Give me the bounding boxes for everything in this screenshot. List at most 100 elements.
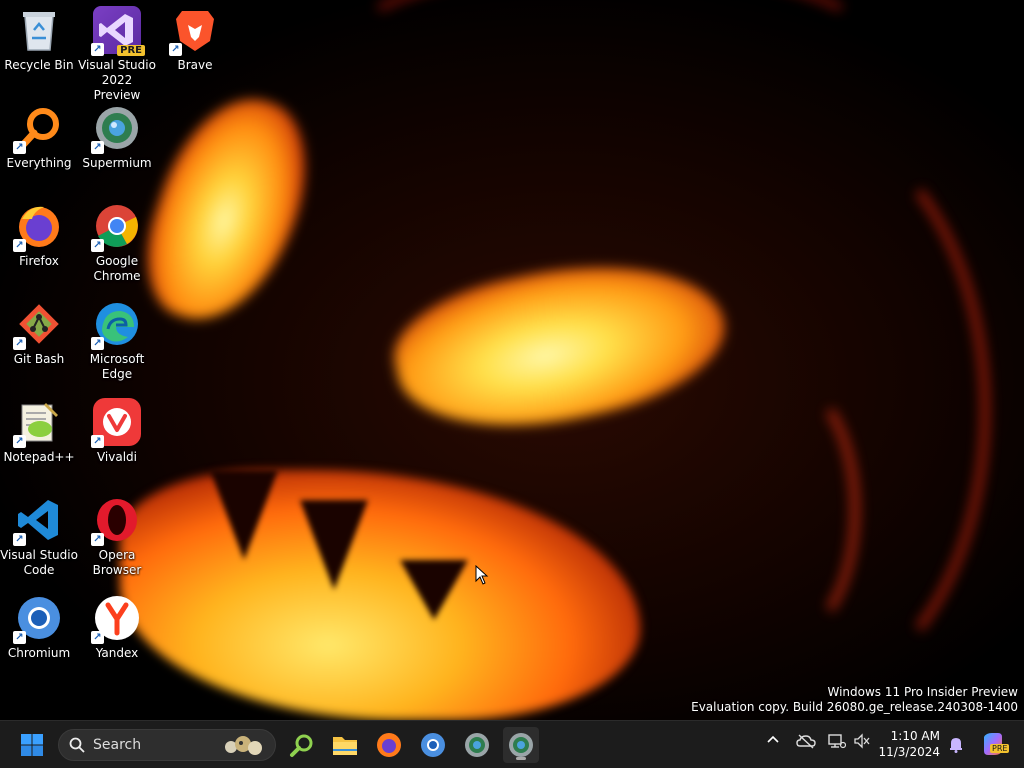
notepad-plus-plus-icon: ↗ — [13, 398, 63, 448]
search-label: Search — [93, 737, 142, 753]
desktop-icon-label: Brave — [177, 58, 213, 72]
taskbar-clock[interactable]: 1:10 AM 11/3/2024 — [878, 728, 940, 760]
edge-icon: ↗ — [91, 300, 141, 350]
firefox-icon — [377, 733, 401, 757]
wallpaper-left-eye — [127, 79, 328, 341]
shortcut-arrow-icon: ↗ — [13, 435, 26, 448]
firefox-icon: ↗ — [13, 202, 63, 252]
wallpaper-tooth — [300, 500, 368, 590]
visual-studio-preview-icon: PRE ↗ — [91, 6, 145, 56]
volume-muted-icon[interactable] — [853, 733, 871, 753]
desktop-icon-visual-studio-2022-preview[interactable]: PRE ↗ Visual Studio 2022 Preview — [78, 6, 156, 103]
desktop-icon-git-bash[interactable]: ↗ Git Bash — [0, 300, 78, 367]
taskbar-file-explorer-button[interactable] — [327, 727, 363, 763]
taskbar-supermium-active-button[interactable] — [503, 727, 539, 763]
shortcut-arrow-icon: ↗ — [91, 435, 104, 448]
desktop-icon-label: Notepad++ — [3, 450, 75, 464]
desktop-icon-supermium[interactable]: ↗ Supermium — [78, 104, 156, 171]
desktop-icon-recycle-bin[interactable]: Recycle Bin — [0, 6, 78, 73]
shortcut-arrow-icon: ↗ — [13, 533, 26, 546]
clock-time: 1:10 AM — [890, 729, 940, 743]
tray-overflow-chevron-icon[interactable] — [766, 733, 780, 751]
supermium-active-icon — [509, 733, 533, 757]
onedrive-offline-icon[interactable] — [796, 733, 816, 753]
shortcut-arrow-icon: ↗ — [91, 533, 104, 546]
shortcut-arrow-icon: ↗ — [13, 239, 26, 252]
shortcut-arrow-icon: ↗ — [13, 631, 26, 644]
clock-date: 11/3/2024 — [878, 745, 940, 759]
taskbar-search-box[interactable]: Search — [58, 729, 276, 761]
desktop-icon-label: Microsoft Edge — [89, 352, 145, 381]
shortcut-arrow-icon: ↗ — [13, 337, 26, 350]
shortcut-arrow-icon: ↗ — [91, 43, 104, 56]
desktop-icon-label: Vivaldi — [96, 450, 138, 464]
desktop-icon-label: Chromium — [7, 646, 71, 660]
copilot-preview-badge: PRE — [990, 744, 1010, 753]
desktop-icon-label: Git Bash — [13, 352, 65, 366]
desktop-icon-label: Visual Studio 2022 Preview — [78, 58, 156, 102]
recycle-bin-icon — [15, 6, 63, 54]
windows-start-icon — [21, 734, 43, 756]
desktop-icon-chromium[interactable]: ↗ Chromium — [0, 594, 78, 661]
opera-icon: ↗ — [91, 496, 141, 546]
shortcut-arrow-icon: ↗ — [91, 337, 104, 350]
taskbar: Search 1:10 AM 11/3/2024 PRE — [0, 720, 1024, 768]
shortcut-arrow-icon: ↗ — [91, 239, 104, 252]
watermark-build: Evaluation copy. Build 26080.ge_release.… — [691, 700, 1018, 714]
wallpaper-tooth — [210, 470, 278, 560]
desktop-icon-label: Recycle Bin — [4, 58, 74, 72]
git-bash-icon: ↗ — [13, 300, 63, 350]
desktop-icon-brave[interactable]: ↗ Brave — [156, 6, 234, 73]
desktop-icon-notepad-plus-plus[interactable]: ↗ Notepad++ — [0, 398, 78, 465]
shortcut-arrow-icon: ↗ — [91, 141, 104, 154]
desktop-icon-vivaldi[interactable]: ↗ Vivaldi — [78, 398, 156, 465]
desktop-icon-label: Opera Browser — [92, 548, 142, 577]
taskbar-supermium-button[interactable] — [459, 727, 495, 763]
desktop-icon-microsoft-edge[interactable]: ↗ Microsoft Edge — [78, 300, 156, 382]
mouse-cursor-icon — [475, 565, 489, 585]
desktop-icon-label: Visual Studio Code — [0, 548, 78, 577]
shortcut-arrow-icon: ↗ — [169, 43, 182, 56]
desktop-icon-opera-browser[interactable]: ↗ Opera Browser — [78, 496, 156, 578]
taskbar-firefox-button[interactable] — [371, 727, 407, 763]
wallpaper-pumpkin-rim — [720, 380, 860, 640]
desktop-icon-label: Supermium — [82, 156, 152, 170]
taskbar-everything-button[interactable] — [284, 727, 320, 763]
chrome-icon: ↗ — [91, 202, 141, 252]
desktop-icon-everything[interactable]: ↗ Everything — [0, 104, 78, 171]
wallpaper-mouth — [120, 470, 640, 720]
active-indicator — [516, 757, 526, 760]
copilot-button[interactable]: PRE — [980, 731, 1010, 761]
desktop-icon-label: Yandex — [95, 646, 139, 660]
vivaldi-icon: ↗ — [91, 398, 141, 448]
file-explorer-icon — [333, 737, 357, 755]
windows-watermark: Windows 11 Pro Insider Preview Evaluatio… — [691, 685, 1018, 715]
brave-lion-icon: ↗ — [169, 6, 219, 56]
notification-bell-icon[interactable] — [948, 735, 964, 757]
desktop-icon-label: Firefox — [19, 254, 59, 268]
search-icon — [69, 737, 85, 753]
desktop-icon-visual-studio-code[interactable]: ↗ Visual Studio Code — [0, 496, 78, 578]
chromium-icon — [421, 733, 445, 757]
network-icon[interactable] — [828, 733, 847, 753]
taskbar-chromium-button[interactable] — [415, 727, 451, 763]
everything-icon — [290, 734, 313, 757]
desktop-icon-yandex[interactable]: ↗ Yandex — [78, 594, 156, 661]
desktop-icon-label: Everything — [6, 156, 72, 170]
vscode-icon: ↗ — [13, 496, 63, 546]
desktop-icon-label: Google Chrome — [93, 254, 141, 283]
supermium-icon: ↗ — [91, 104, 141, 154]
desktop-icon-firefox[interactable]: ↗ Firefox — [0, 202, 78, 269]
supermium-icon — [465, 733, 489, 757]
desktop-icon-google-chrome[interactable]: ↗ Google Chrome — [78, 202, 156, 284]
chromium-icon: ↗ — [13, 594, 63, 644]
shortcut-arrow-icon: ↗ — [91, 631, 104, 644]
watermark-edition: Windows 11 Pro Insider Preview — [827, 685, 1018, 699]
preview-badge: PRE — [117, 45, 145, 56]
wallpaper-tooth — [400, 560, 468, 620]
start-button[interactable] — [14, 727, 50, 763]
everything-magnifier-icon: ↗ — [13, 104, 63, 154]
shortcut-arrow-icon: ↗ — [13, 141, 26, 154]
yandex-icon: ↗ — [91, 594, 141, 644]
search-highlight-icon — [225, 736, 262, 755]
